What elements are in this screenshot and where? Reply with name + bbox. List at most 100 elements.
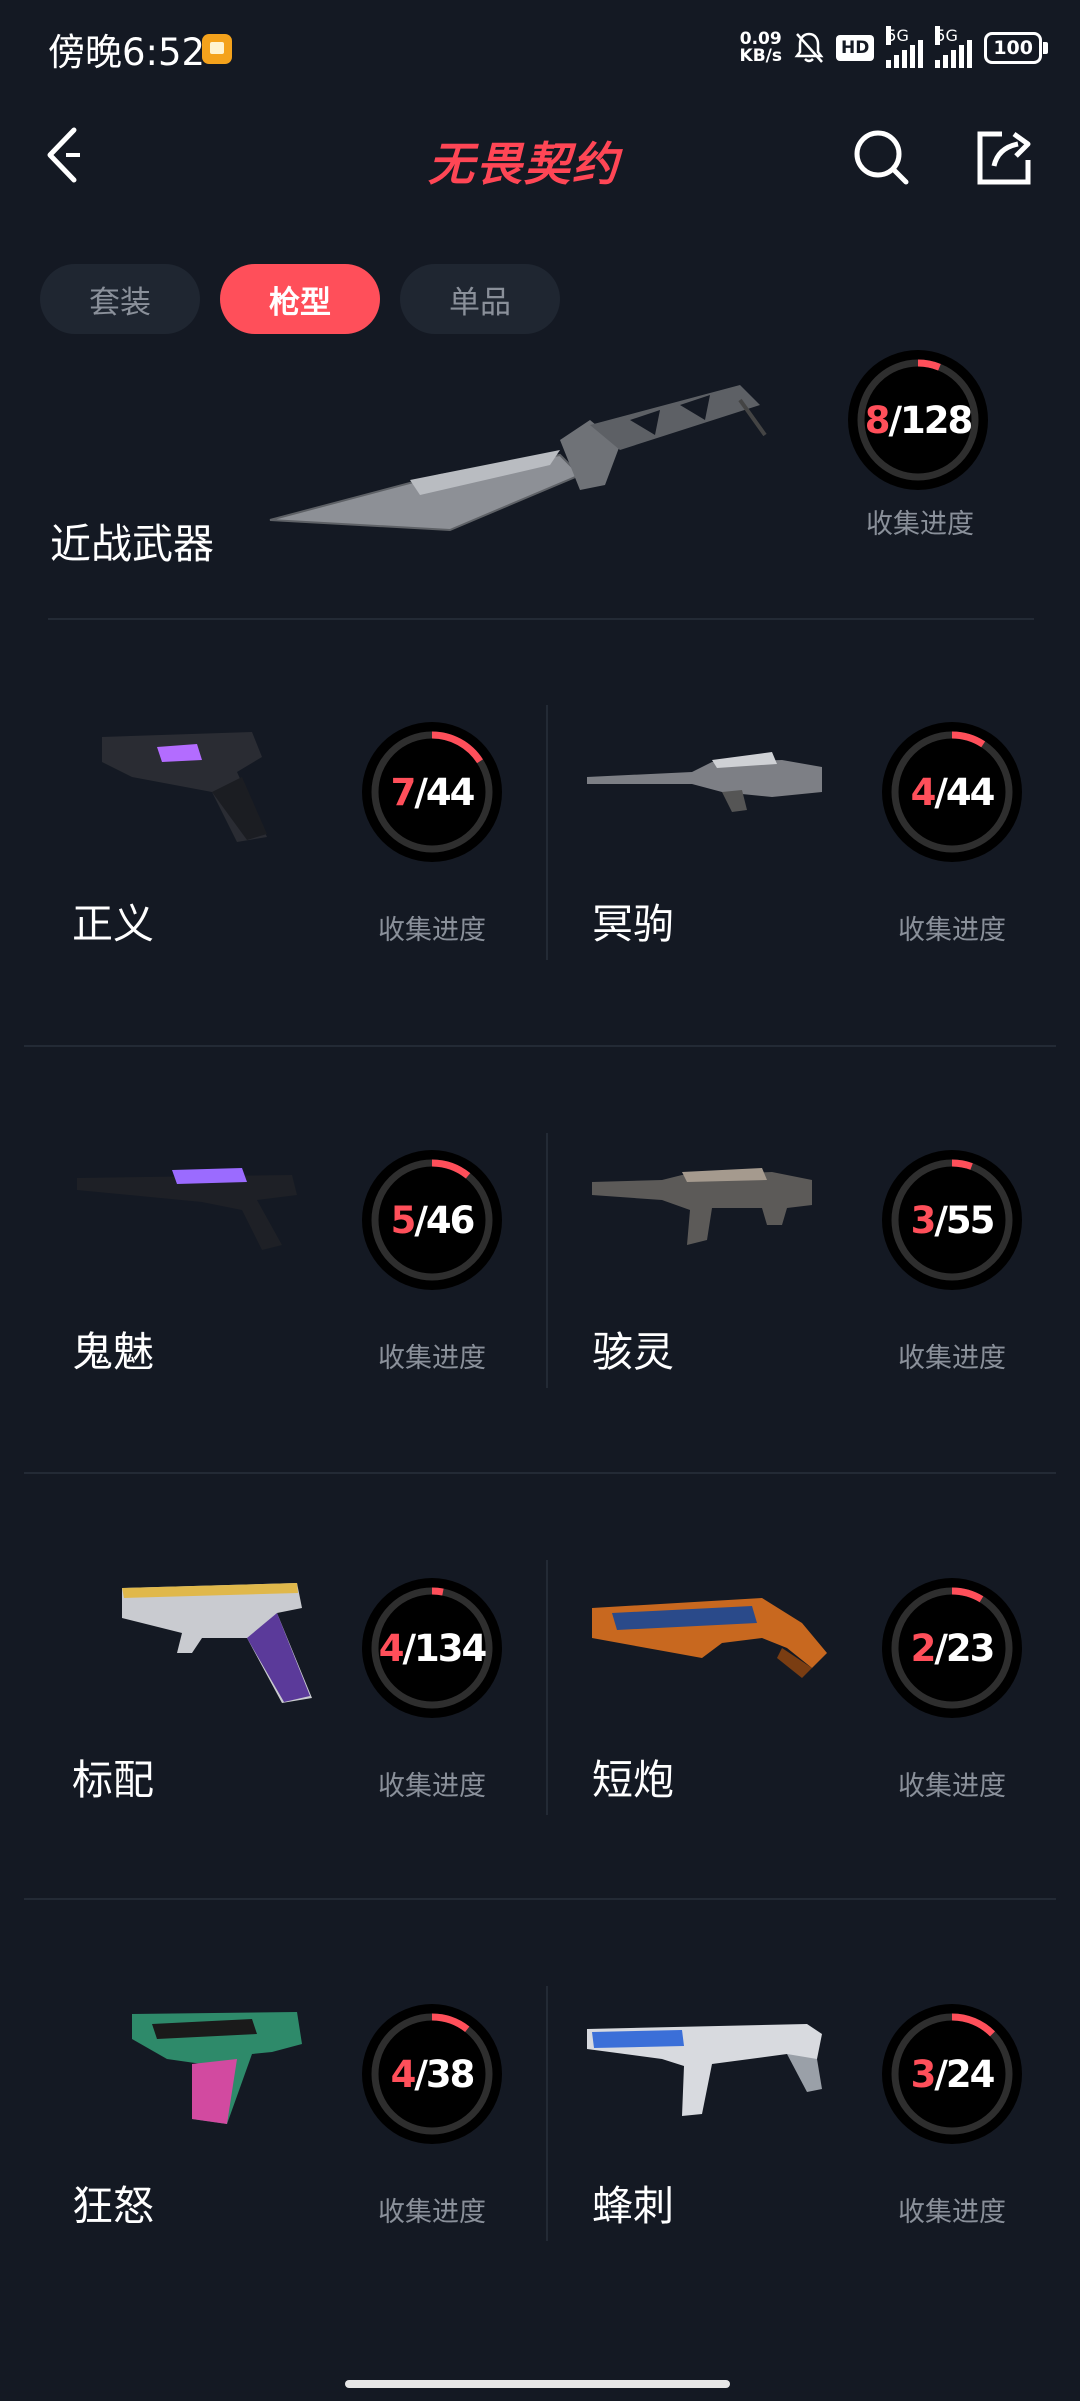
category-tabs: 套装 枪型 单品 [40,264,560,334]
weapon-name-operator: 冥驹 [592,900,674,948]
weapon-name-standard: 标配 [72,1756,154,1804]
progress-ring-stinger: 3/24 [882,2004,1022,2144]
collected-count: 4 [390,2052,417,2096]
progress-count-spectre: 3/55 [882,1150,1022,1290]
total-count: 38 [425,2052,475,2096]
mute-bell-icon [794,32,824,63]
collected-count: 4 [378,1626,405,1670]
weapon-name-stinger: 蜂刺 [592,2182,674,2230]
divider [24,1045,1056,1047]
progress-ring-ghost: 5/46 [362,1150,502,1290]
progress-count-classic: 7/44 [362,722,502,862]
share-icon[interactable] [974,126,1036,188]
search-icon[interactable] [850,126,912,188]
hd-voice-badge: HD [835,35,875,61]
weapon-image-stinger [587,2024,822,2116]
divider [546,1986,548,2241]
progress-ring-shorty: 2/23 [882,1578,1022,1718]
total-count: 44 [425,770,475,814]
progress-label: 收集进度 [898,2197,1006,2228]
back-arrow-icon[interactable] [40,122,100,188]
collected-count: 5 [390,1198,417,1242]
melee-progress-count: 8/128 [848,350,988,490]
melee-weapon-card[interactable]: 近战武器 8/128 收集进度 [0,350,1080,620]
home-indicator[interactable] [345,2380,730,2388]
tab-weapon-types[interactable]: 枪型 [220,264,380,334]
progress-label: 收集进度 [898,1771,1006,1802]
weapon-image-frenzy [132,2012,302,2124]
weapon-name-frenzy: 狂怒 [72,2182,154,2230]
count-separator: / [414,2052,427,2096]
total-count: 46 [425,1198,475,1242]
collected-count: 2 [910,1626,937,1670]
signal-strength-icon: 5G [886,26,924,68]
weapon-card-stinger[interactable]: 蜂刺 3/24 收集进度 [552,2004,1080,2304]
melee-knife-image [269,385,767,532]
progress-label: 收集进度 [378,2197,486,2228]
weapon-image-spectre [592,1168,812,1245]
melee-count-separator: / [888,398,902,442]
top-nav-bar: 无畏契约 [0,100,1080,210]
tab-items[interactable]: 单品 [400,264,560,334]
progress-ring-frenzy: 4/38 [362,2004,502,2144]
notification-app-icon [202,34,232,64]
divider [546,1560,548,1815]
collected-count: 7 [390,770,417,814]
progress-label: 收集进度 [378,915,486,946]
weapon-card-classic-standard[interactable]: 标配 4/134 收集进度 [32,1578,562,1878]
progress-label: 收集进度 [898,915,1006,946]
weapon-card-frenzy[interactable]: 狂怒 4/38 收集进度 [32,2004,562,2304]
weapon-card-shorty[interactable]: 短炮 2/23 收集进度 [552,1578,1080,1878]
divider [24,1898,1056,1900]
progress-ring-spectre: 3/55 [882,1150,1022,1290]
weapon-image-standard [122,1583,312,1703]
weapon-card-operator[interactable]: 冥驹 4/44 收集进度 [552,722,1080,1022]
divider [546,1133,548,1388]
weapon-card-ghost[interactable]: 鬼魅 5/46 收集进度 [32,1150,562,1450]
divider [48,618,1034,620]
weapon-name-classic: 正义 [72,900,154,948]
divider [546,705,548,960]
count-separator: / [414,770,427,814]
signal-1-label: 5G [886,26,909,45]
weapon-card-spectre[interactable]: 骇灵 3/55 收集进度 [552,1150,1080,1450]
weapon-card-classic[interactable]: 正义 7/44 收集进度 [32,722,562,1022]
collected-count: 4 [910,770,937,814]
battery-indicator: 100 [984,32,1048,64]
tab-bundles[interactable]: 套装 [40,264,200,334]
brand-logo: 无畏契约 [428,137,620,191]
weapon-image-shorty [592,1598,827,1678]
melee-total-count: 128 [900,398,973,442]
total-count: 55 [945,1198,995,1242]
progress-count-standard: 4/134 [362,1578,502,1718]
progress-label: 收集进度 [378,1771,486,1802]
count-separator: / [934,770,947,814]
progress-ring-classic: 7/44 [362,722,502,862]
total-count: 24 [945,2052,995,2096]
total-count: 44 [945,770,995,814]
progress-count-stinger: 3/24 [882,2004,1022,2144]
signal-2-label: 5G [935,26,958,45]
status-time: 傍晚6:52 [48,31,206,74]
progress-label: 收集进度 [378,1343,486,1374]
progress-ring-standard: 4/134 [362,1578,502,1718]
count-separator: / [402,1626,416,1670]
progress-ring-operator: 4/44 [882,722,1022,862]
weapon-name-shorty: 短炮 [592,1756,674,1804]
divider [24,1472,1056,1474]
status-bar: 傍晚6:52 0.09 KB/s HD 5G 5G 100 [0,0,1080,100]
melee-collected-count: 8 [864,398,891,442]
melee-progress-ring: 8/128 [848,350,988,490]
total-count: 23 [945,1626,995,1670]
status-icons: 0.09 KB/s HD 5G 5G 100 [740,26,1048,68]
progress-count-shorty: 2/23 [882,1578,1022,1718]
network-speed: 0.09 KB/s [740,31,782,65]
progress-count-ghost: 5/46 [362,1150,502,1290]
network-speed-unit: KB/s [739,46,782,66]
weapon-name-ghost: 鬼魅 [72,1328,154,1376]
collected-count: 3 [910,1198,937,1242]
weapon-image-ghost [77,1168,297,1250]
weapon-image-classic [102,732,267,842]
progress-count-operator: 4/44 [882,722,1022,862]
collected-count: 3 [910,2052,937,2096]
